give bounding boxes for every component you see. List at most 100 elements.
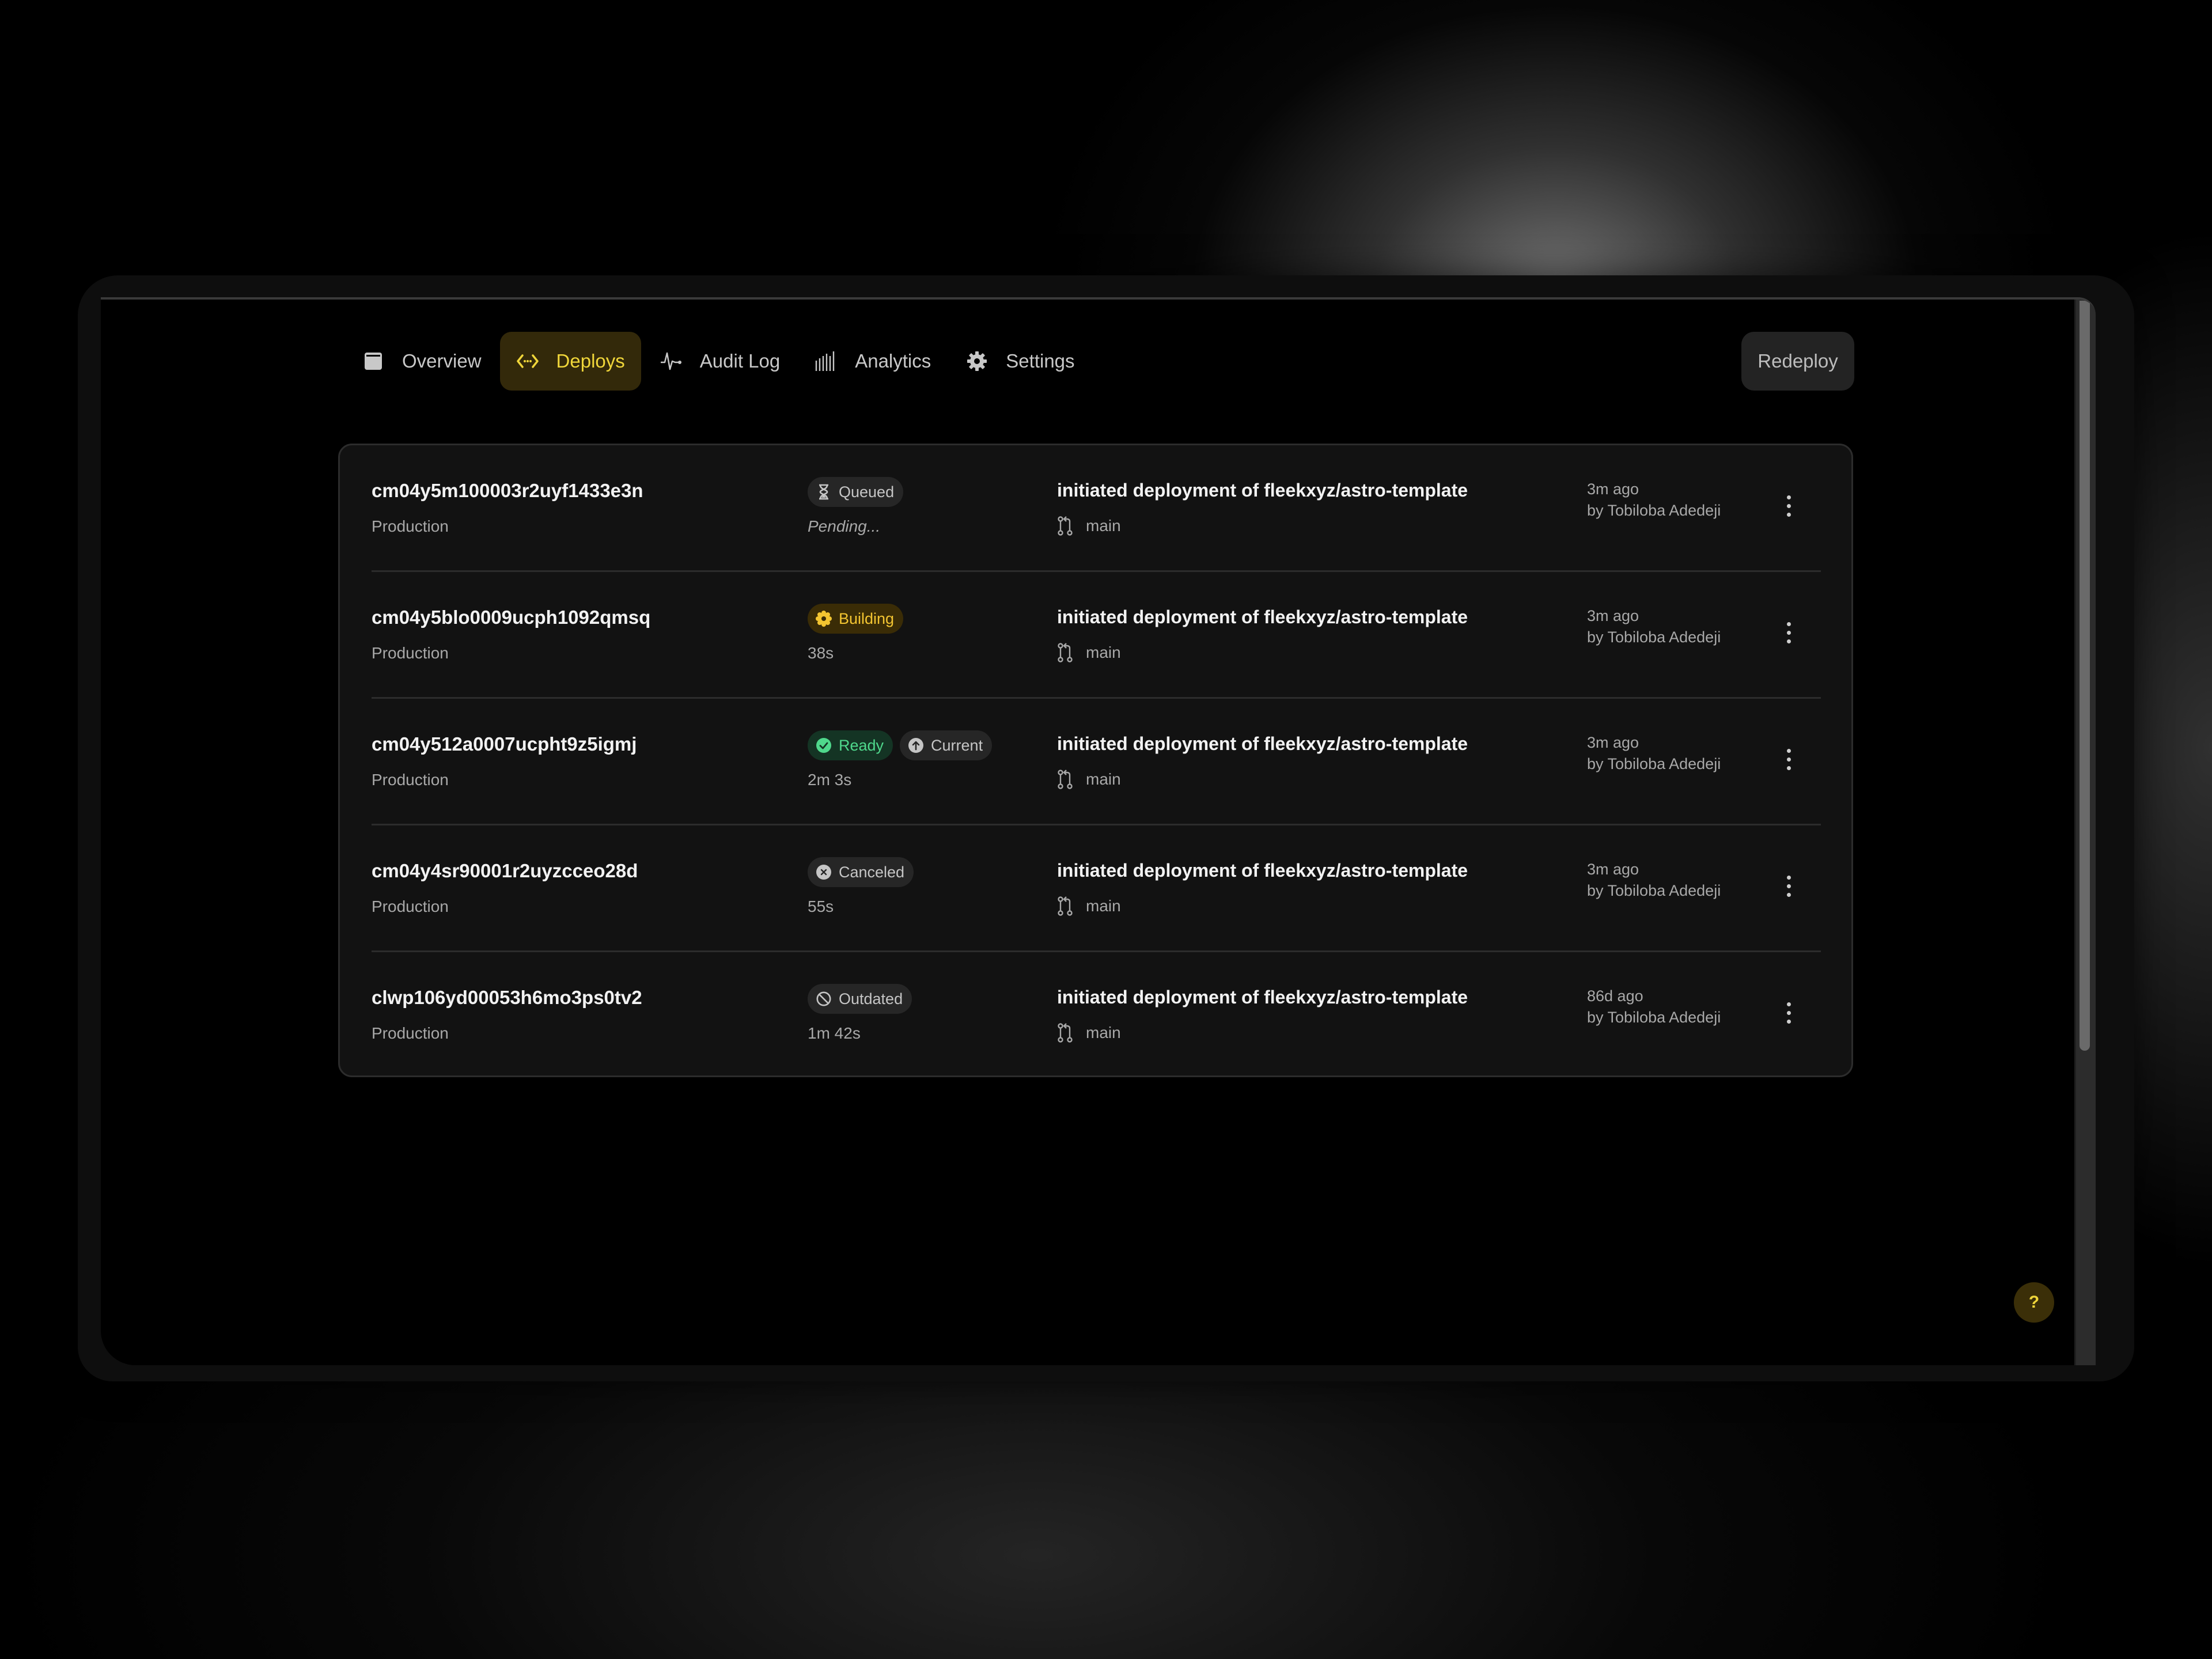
branch-name: main: [1086, 517, 1121, 535]
help-button[interactable]: ?: [2014, 1282, 2054, 1323]
deploy-time: 3m ago by Tobiloba Adedeji: [1587, 479, 1721, 521]
branch-name: main: [1086, 897, 1121, 915]
status-badge-canceled: Canceled: [808, 857, 914, 887]
status-badges: Outdated: [808, 984, 912, 1014]
git-branch-icon: [1058, 643, 1073, 662]
deploy-branch: main: [1057, 642, 1121, 663]
deploy-author: by Tobiloba Adedeji: [1587, 1009, 1721, 1026]
tab-audit-log[interactable]: Audit Log: [643, 332, 796, 391]
deploy-age: 3m ago: [1587, 734, 1639, 751]
git-branch-icon: [1058, 896, 1073, 916]
deploy-environment: Production: [372, 1024, 449, 1042]
branch-name: main: [1086, 643, 1121, 661]
code-brackets-icon: [516, 350, 539, 373]
deploy-branch: main: [1057, 1022, 1121, 1043]
badge-label: Current: [931, 736, 983, 754]
more-options-button[interactable]: [1777, 615, 1800, 650]
check-circle-icon: [816, 737, 832, 753]
deploy-row[interactable]: cm04y512a0007ucpht9z5igmj Production Rea…: [372, 699, 1821, 825]
redeploy-button[interactable]: Redeploy: [1741, 332, 1854, 391]
deploy-message: initiated deployment of fleekxyz/astro-t…: [1057, 733, 1468, 754]
deploy-environment: Production: [372, 644, 449, 662]
status-badges: Building: [808, 604, 904, 634]
deploy-row[interactable]: cm04y4sr90001r2uyzcceo28d Production Can…: [372, 825, 1821, 952]
deploy-environment: Production: [372, 517, 449, 535]
deploy-author: by Tobiloba Adedeji: [1587, 882, 1721, 899]
status-badges: Queued: [808, 477, 904, 507]
deploys-list: cm04y5m100003r2uyf1433e3n Production Que…: [338, 444, 1853, 1077]
tab-label: Deploys: [556, 350, 625, 372]
tab-overview[interactable]: Overview: [346, 332, 498, 391]
x-circle-icon: [816, 864, 832, 880]
more-options-button[interactable]: [1777, 488, 1800, 523]
deploy-environment: Production: [372, 897, 449, 915]
deploy-message: initiated deployment of fleekxyz/astro-t…: [1057, 480, 1468, 501]
badge-label: Building: [839, 609, 895, 627]
more-options-button[interactable]: [1777, 869, 1800, 903]
deploy-duration: 2m 3s: [808, 771, 852, 789]
deploy-duration: 55s: [808, 897, 834, 915]
deploy-row[interactable]: cm04y5blo0009ucph1092qmsq Production Bui…: [372, 572, 1821, 699]
more-options-button[interactable]: [1777, 742, 1800, 777]
app-screen: Overview Deploys Audit Log Analytics Set…: [101, 297, 2096, 1365]
deploy-author: by Tobiloba Adedeji: [1587, 628, 1721, 646]
scrollbar[interactable]: [2074, 300, 2096, 1365]
deploy-row[interactable]: clwp106yd00053h6mo3ps0tv2 Production Out…: [372, 952, 1821, 1079]
device-frame: Overview Deploys Audit Log Analytics Set…: [78, 275, 2134, 1381]
deploy-branch: main: [1057, 516, 1121, 536]
status-badge-outdated: Outdated: [808, 984, 912, 1014]
git-branch-icon: [1058, 516, 1073, 536]
deploy-time: 3m ago by Tobiloba Adedeji: [1587, 859, 1721, 902]
deploy-author: by Tobiloba Adedeji: [1587, 755, 1721, 772]
bar-chart-icon: [815, 350, 838, 373]
status-badge-ready: Ready: [808, 730, 893, 760]
deploy-row[interactable]: cm04y5m100003r2uyf1433e3n Production Que…: [372, 445, 1821, 572]
deploy-branch: main: [1057, 896, 1121, 916]
tab-label: Analytics: [855, 350, 931, 372]
hourglass-icon: [816, 484, 832, 500]
deploy-branch: main: [1057, 769, 1121, 790]
badge-label: Queued: [839, 483, 895, 501]
badge-label: Canceled: [839, 863, 905, 881]
git-branch-icon: [1058, 1023, 1073, 1043]
gear-spinner-icon: [816, 611, 832, 627]
status-badge-queued: Queued: [808, 477, 904, 507]
deploy-message: initiated deployment of fleekxyz/astro-t…: [1057, 607, 1468, 627]
branch-name: main: [1086, 1024, 1121, 1041]
deploy-age: 86d ago: [1587, 987, 1643, 1005]
deploy-duration: 38s: [808, 644, 834, 662]
tab-label: Audit Log: [699, 350, 781, 372]
pulse-icon: [660, 350, 683, 373]
badge-label: Ready: [839, 736, 884, 754]
tab-label: Overview: [402, 350, 482, 372]
deploy-id[interactable]: cm04y5blo0009ucph1092qmsq: [372, 607, 650, 628]
more-options-button[interactable]: [1777, 995, 1800, 1030]
tab-deploys[interactable]: Deploys: [499, 332, 641, 391]
deploy-id[interactable]: cm04y512a0007ucpht9z5igmj: [372, 733, 637, 755]
deploy-duration: 1m 42s: [808, 1024, 861, 1042]
branch-name: main: [1086, 770, 1121, 788]
deploy-age: 3m ago: [1587, 607, 1639, 624]
deploy-time: 3m ago by Tobiloba Adedeji: [1587, 605, 1721, 648]
status-badges: Ready Current: [808, 730, 993, 760]
deploy-time: 86d ago by Tobiloba Adedeji: [1587, 986, 1721, 1028]
deploy-message: initiated deployment of fleekxyz/astro-t…: [1057, 860, 1468, 881]
deploy-id[interactable]: cm04y5m100003r2uyf1433e3n: [372, 480, 643, 502]
deploy-id[interactable]: cm04y4sr90001r2uyzcceo28d: [372, 860, 638, 882]
tab-analytics[interactable]: Analytics: [798, 332, 947, 391]
deploy-message: initiated deployment of fleekxyz/astro-t…: [1057, 987, 1468, 1007]
top-nav: Overview Deploys Audit Log Analytics Set…: [346, 332, 1093, 391]
deploy-environment: Production: [372, 771, 449, 789]
badge-label: Outdated: [839, 990, 903, 1007]
tab-label: Settings: [1006, 350, 1075, 372]
status-badges: Canceled: [808, 857, 914, 887]
deploy-time: 3m ago by Tobiloba Adedeji: [1587, 732, 1721, 775]
git-branch-icon: [1058, 770, 1073, 789]
deploy-age: 3m ago: [1587, 480, 1639, 498]
deploy-id[interactable]: clwp106yd00053h6mo3ps0tv2: [372, 987, 642, 1009]
scrollbar-thumb[interactable]: [2080, 301, 2090, 1051]
tab-settings[interactable]: Settings: [949, 332, 1090, 391]
prohibited-icon: [816, 991, 832, 1007]
status-badge-current: Current: [900, 730, 993, 760]
gear-icon: [965, 350, 988, 373]
